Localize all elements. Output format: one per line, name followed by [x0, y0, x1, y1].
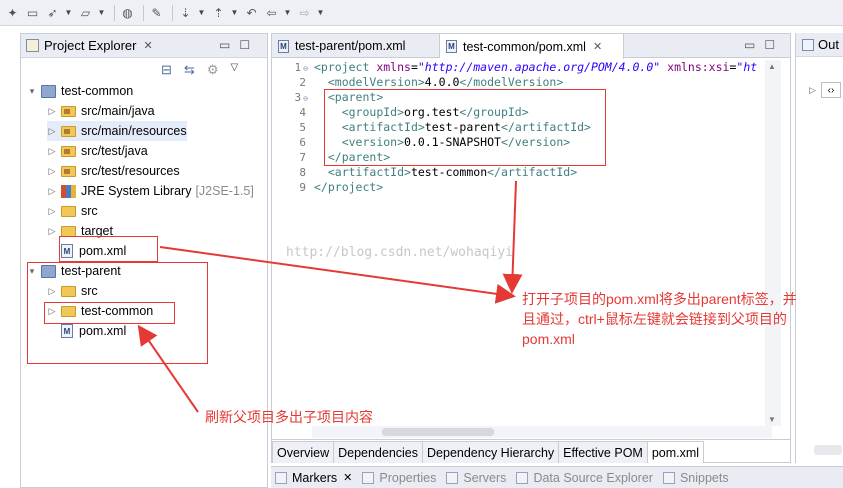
arrow-note-to-folder	[137, 324, 199, 413]
annotation-note-right: 打开子项目的pom.xml将多出parent标签，并 且通过，ctrl+鼠标左键…	[522, 289, 840, 349]
annotation-note-line: 且通过，ctrl+鼠标左键就会链接到父项目的	[522, 311, 787, 327]
arrow-code-to-note	[502, 180, 523, 294]
annotation-arrows	[137, 180, 523, 413]
arrow-pom-to-note	[159, 246, 516, 304]
annotation-note-line: 打开子项目的pom.xml将多出parent标签，并	[522, 291, 797, 307]
annotation-note-line: pom.xml	[522, 331, 575, 347]
annotation-note-bottom: 刷新父项目多出子项目内容	[205, 409, 373, 425]
